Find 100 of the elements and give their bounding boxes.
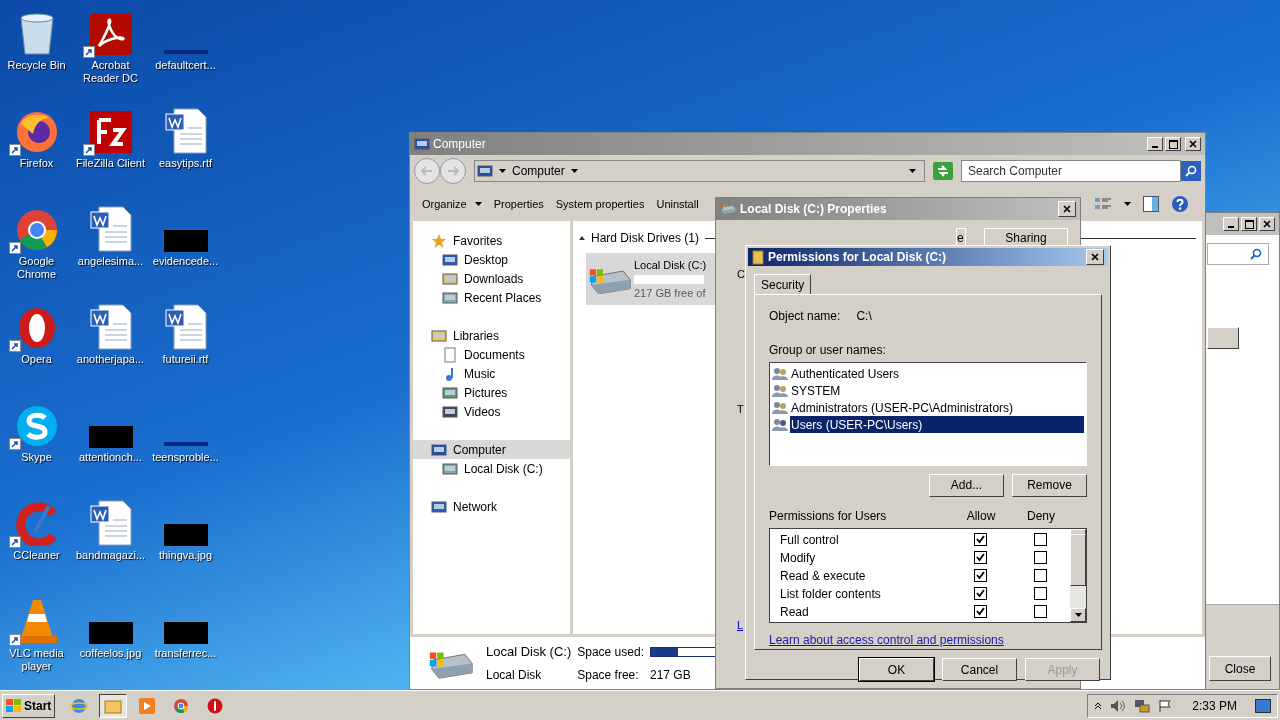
maximize-icon [1168,139,1178,149]
desktop-icon-label[interactable]: defaultcert... [149,59,222,72]
nav-item[interactable]: Favorites [413,231,570,250]
group-header: Hard Disk Drives (1) [591,230,699,247]
show-desktop-icon[interactable] [1255,698,1271,713]
desktop-icon-label[interactable]: attentionch... [74,451,147,464]
desktop-icon-label[interactable]: Firefox [0,157,73,170]
checkbox[interactable] [1033,605,1047,619]
checkbox[interactable] [1033,551,1047,565]
permission-name: Read & execute [779,567,867,585]
user-list-item[interactable]: Administrators (USER-PC\Administrators) [790,399,1084,416]
user-list-item[interactable]: Authenticated Users [790,365,1084,382]
close-button[interactable]: Close [1209,656,1271,681]
desktop-icon-label[interactable]: CCleaner [0,549,73,562]
search-field[interactable] [1207,243,1269,265]
alert-circle-icon [207,697,224,714]
clock[interactable]: 2:33 PM [1192,696,1237,715]
remove-button[interactable]: Remove [1012,473,1087,497]
search-field[interactable]: Search Computer [961,160,1181,182]
checkbox[interactable] [973,551,987,565]
permission-name: List folder contents [779,585,882,603]
speaker-icon[interactable] [1110,698,1127,713]
desktop-icon-label[interactable]: anotherjapa... [74,353,147,366]
nav-item[interactable]: Computer [413,440,570,459]
maximize-button[interactable] [1241,217,1257,231]
address-bar[interactable]: Computer [474,160,925,182]
nav-item[interactable]: Documents [413,345,570,364]
user-list-item[interactable]: Users (USER-PC\Users) [790,416,1084,433]
toolbar-button[interactable]: System properties [555,195,645,213]
desktop-icon-label[interactable]: Recycle Bin [0,59,73,72]
collapse-arrow-icon[interactable] [579,236,585,240]
minimize-button[interactable] [1223,217,1239,231]
desktop-icon-label[interactable]: Opera [0,353,73,366]
details-drive-type: Local Disk [486,666,543,684]
nav-item[interactable]: Libraries [413,326,570,345]
close-button[interactable] [1259,217,1275,231]
search-button[interactable] [1181,161,1201,181]
desktop-icon-label[interactable]: VLC media player [0,647,73,673]
computer-icon [431,441,447,458]
dialog-title: Local Disk (C:) Properties [740,201,887,218]
nav-item[interactable]: Downloads [413,269,570,288]
nav-item[interactable]: Recent Places [413,288,570,307]
object-name-label: Object name: [769,308,841,325]
checkbox[interactable] [973,569,987,583]
dialog-button[interactable]: Cancel [942,658,1017,681]
desktop-icon-label[interactable]: Acrobat Reader DC [74,59,147,85]
close-button[interactable] [1185,137,1201,151]
desktop-icon-label[interactable]: angelesima... [74,255,147,268]
close-button[interactable] [1058,201,1076,217]
help-link[interactable]: Learn about access control and permissions [769,631,1087,649]
minimize-button[interactable] [1147,137,1163,151]
nav-item[interactable]: Videos [413,402,570,421]
nav-item[interactable]: Music [413,364,570,383]
flag-icon[interactable] [1158,698,1173,713]
checkbox[interactable] [973,587,987,601]
maximize-button[interactable] [1165,137,1181,151]
button[interactable] [1207,327,1239,349]
desktop-icon-label[interactable]: evidencede... [149,255,222,268]
folder-icon [431,327,447,344]
chevron-up-icon[interactable] [1094,701,1103,710]
computer-icon [477,163,493,179]
toolbar-button[interactable]: Uninstall [656,195,699,213]
checkbox[interactable] [973,605,987,619]
preview-pane-icon[interactable] [1143,196,1159,212]
desktop-icon-label[interactable]: Google Chrome [0,255,73,281]
globe-e-icon [70,696,89,715]
close-button[interactable] [1086,249,1104,265]
toolbar-button[interactable]: Organize [422,195,482,213]
object-name-value: C:\ [856,308,872,325]
permission-name: Modify [779,549,817,567]
desktop-icon-label[interactable]: teensproble... [149,451,222,464]
windows-logo-icon [6,698,22,713]
nav-item[interactable]: Pictures [413,383,570,402]
nav-item[interactable]: Desktop [413,250,570,269]
refresh-icon[interactable] [933,162,953,180]
desktop-icon-label[interactable]: bandmagazi... [74,549,147,562]
tab[interactable]: Security [754,274,812,294]
dialog-button[interactable]: OK [859,658,934,681]
checkbox[interactable] [973,533,987,547]
toolbar-button[interactable]: Properties [493,195,544,213]
scrollbar[interactable] [1070,528,1086,622]
user-list-item[interactable]: SYSTEM [790,382,1084,399]
desktop-icon-label[interactable]: easytips.rtf [149,157,222,170]
link-fragment[interactable]: L [737,617,744,634]
desktop-icon-label[interactable]: Skype [0,451,73,464]
checkbox[interactable] [1033,533,1047,547]
drive-free-space: 217 GB free of [634,285,707,301]
checkbox[interactable] [1033,569,1047,583]
nav-item[interactable]: Local Disk (C:) [413,459,570,478]
desktop-icon-label[interactable]: FileZilla Client [74,157,147,170]
desktop-icon-label[interactable]: futureii.rtf [149,353,222,366]
checkbox[interactable] [1033,587,1047,601]
help-icon[interactable] [1171,195,1189,213]
add-button[interactable]: Add... [929,473,1004,497]
desktop-icon-label[interactable]: thingva.jpg [149,549,222,562]
nav-item[interactable]: Network [413,497,570,516]
start-button[interactable]: Start [2,693,56,718]
taskbar-app[interactable] [99,693,128,718]
folder-icon [104,697,123,714]
computer-icon [414,136,430,152]
